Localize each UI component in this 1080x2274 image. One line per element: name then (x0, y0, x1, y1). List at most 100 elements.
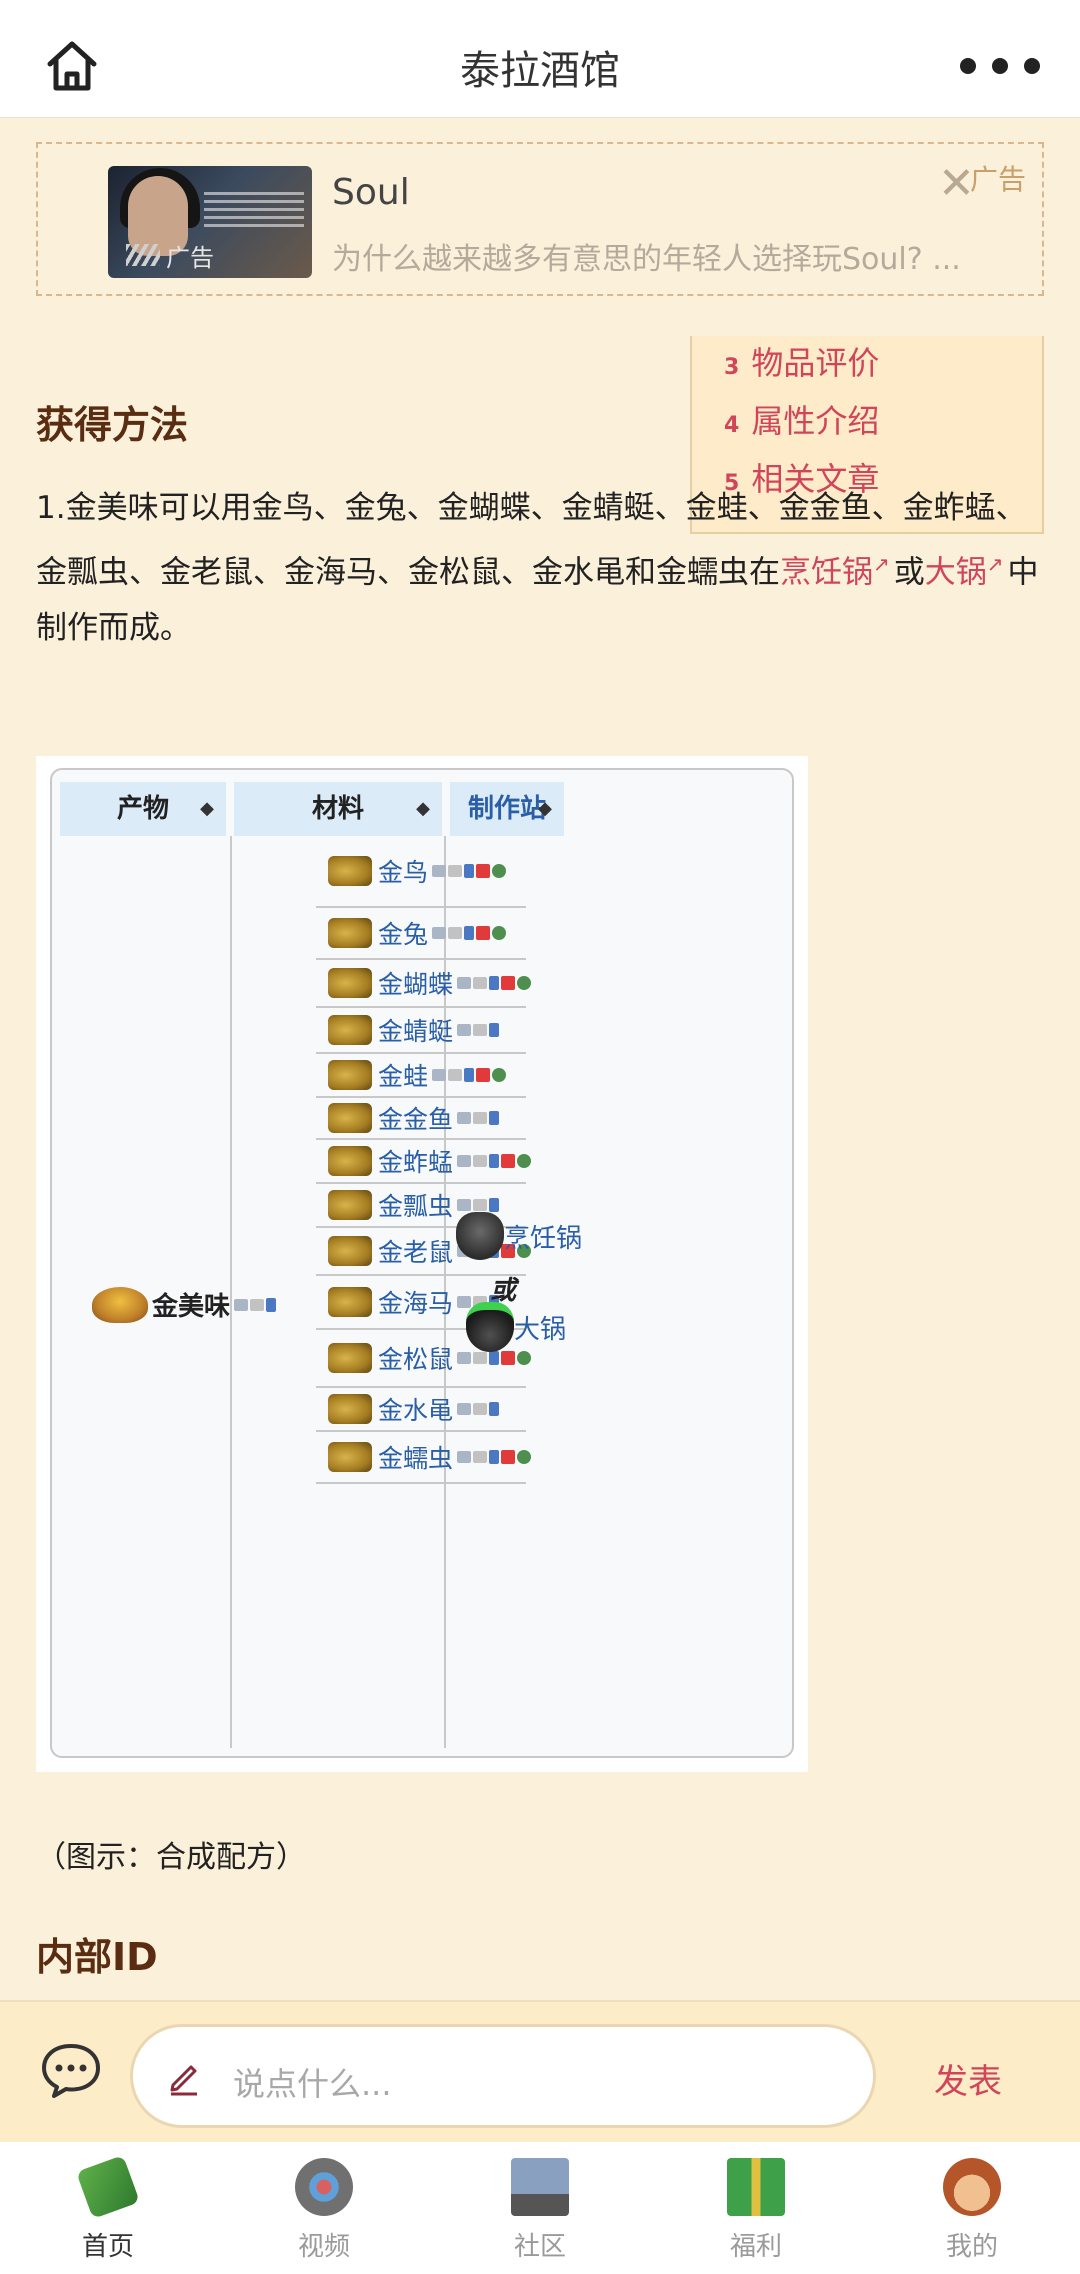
column-header-station[interactable]: 制作站 ◆ (450, 782, 564, 836)
toc-item[interactable]: 4 属性介绍 (724, 396, 879, 442)
top-bar: 泰拉酒馆 (0, 0, 1080, 118)
material-name[interactable]: 金蝴蝶 (378, 965, 453, 1001)
platform-icons (432, 1068, 508, 1082)
ad-thumb-label: 广告 (166, 244, 214, 272)
column-header-materials[interactable]: 材料 ◆ (234, 782, 442, 836)
platform-sw-icon (476, 926, 491, 940)
column-header-product[interactable]: 产物 ◆ (60, 782, 226, 836)
platform-mob-icon (489, 1023, 500, 1037)
pen-icon (170, 2065, 197, 2096)
platform-sw-icon (501, 976, 516, 990)
tab-welfare[interactable]: 福利 (686, 2158, 826, 2263)
critter-sprite-icon (328, 856, 372, 886)
link-cauldron[interactable]: 大锅 (925, 554, 987, 590)
tab-community[interactable]: 社区 (470, 2158, 610, 2263)
toc-item-number: 4 (724, 413, 740, 438)
platform-mob-icon (464, 1068, 475, 1082)
golden-delight-icon (92, 1286, 148, 1323)
platform-pad-icon (448, 1069, 463, 1081)
toc-item-label: 属性介绍 (751, 402, 880, 440)
tab-home[interactable]: 首页 (38, 2155, 178, 2263)
section-heading-internal-id: 内部ID (36, 1935, 158, 1979)
material-name[interactable]: 金兔 (378, 915, 428, 951)
tab-label: 我的 (945, 2232, 998, 2262)
platform-pad-icon (473, 1155, 488, 1167)
product-name: 金美味 (152, 1292, 231, 1322)
send-button[interactable]: 发表 (934, 2054, 1002, 2103)
material-name[interactable]: 金蛙 (378, 1057, 428, 1093)
material-name[interactable]: 金蜻蜓 (378, 1012, 453, 1048)
platform-icons (234, 1297, 278, 1312)
platform-icons (457, 1154, 533, 1168)
material-row[interactable]: 金蚱蜢 (316, 1140, 532, 1184)
platform-sw-icon (501, 1154, 516, 1168)
gift-icon (727, 2158, 785, 2216)
platform-pc-icon (457, 1403, 472, 1415)
cooking-pot-icon (456, 1212, 504, 1260)
material-name[interactable]: 金松鼠 (378, 1340, 453, 1376)
column-header-label: 材料 (311, 794, 364, 824)
critter-sprite-icon (328, 1442, 372, 1472)
section-heading: 获得方法 (36, 403, 189, 447)
platform-mob-icon (489, 1111, 500, 1125)
critter-sprite-icon (328, 1103, 372, 1133)
platform-pad-icon (473, 1024, 488, 1036)
platform-pc-icon (457, 1112, 472, 1124)
material-name[interactable]: 金海马 (378, 1284, 453, 1320)
platform-sw-icon (476, 864, 491, 878)
ad-label: 广告 (970, 163, 1027, 196)
material-name[interactable]: 金蠕虫 (378, 1439, 453, 1475)
comment-input[interactable]: 说点什么... (130, 2024, 876, 2128)
material-name[interactable]: 金金鱼 (378, 1100, 453, 1136)
platform-pad-icon (473, 1199, 488, 1211)
platform-mob-icon (489, 1351, 500, 1365)
platform-icons (457, 1198, 501, 1212)
platform-sw-icon (501, 1450, 516, 1464)
platform-pc-icon (457, 1451, 472, 1463)
column-header-label: 制作站 (467, 794, 546, 824)
material-row[interactable]: 金蠕虫 (316, 1432, 532, 1484)
toc-item[interactable]: 3 物品评价 (724, 338, 879, 384)
platform-mob-icon (489, 1198, 500, 1212)
material-name[interactable]: 金瓢虫 (378, 1187, 453, 1223)
platform-pc-icon (457, 1199, 472, 1211)
ad-banner[interactable]: 广告 Soul 为什么越来越多有意思的年轻人选择玩Soul? ... ✕ 广告 (36, 142, 1044, 296)
platform-sw-icon (501, 1351, 516, 1365)
material-row[interactable]: 金水黾 (316, 1388, 526, 1432)
comment-bubble-icon[interactable] (40, 2042, 102, 2098)
station-cooking-pot[interactable]: 烹饪锅 (456, 1212, 582, 1260)
platform-icons (457, 1402, 501, 1416)
tab-video[interactable]: 视频 (254, 2158, 394, 2263)
link-cooking-pot[interactable]: 烹饪锅 (780, 554, 873, 590)
material-row[interactable]: 金蝴蝶 (316, 960, 532, 1008)
column-header-label: 产物 (116, 794, 169, 824)
material-row[interactable]: 金鸟 (316, 836, 526, 908)
station-cauldron[interactable]: 大锅 (466, 1302, 566, 1352)
obtain-paragraph: 1.金美味可以用金鸟、金兔、金蝴蝶、金蜻蜓、金蛙、金金鱼、金蚱蜢、金瓢虫、金老鼠… (36, 480, 1046, 656)
material-name[interactable]: 金老鼠 (378, 1233, 453, 1269)
platform-gl-icon (492, 926, 507, 940)
material-name[interactable]: 金蚱蜢 (378, 1143, 453, 1179)
material-row[interactable]: 金蛙 (316, 1054, 526, 1098)
platform-pad-icon (473, 1403, 488, 1415)
tab-profile[interactable]: 我的 (902, 2158, 1042, 2263)
more-icon[interactable] (960, 46, 1040, 86)
comment-bar: 说点什么... 发表 (0, 2000, 1080, 2142)
sort-icon[interactable]: ◆ (538, 782, 552, 836)
platform-mob-icon (464, 926, 475, 940)
product-cell[interactable]: 金美味 (92, 1286, 278, 1323)
material-row[interactable]: 金蜻蜓 (316, 1008, 526, 1054)
material-name[interactable]: 金鸟 (378, 853, 428, 889)
material-row[interactable]: 金金鱼 (316, 1098, 526, 1140)
platform-sw-icon (476, 1068, 491, 1082)
sort-icon[interactable]: ◆ (200, 782, 214, 836)
sort-icon[interactable]: ◆ (416, 782, 430, 836)
critter-sprite-icon (328, 1190, 372, 1220)
platform-pc-icon (457, 1024, 472, 1036)
critter-sprite-icon (328, 1287, 372, 1317)
tv-icon (295, 2158, 353, 2216)
material-name[interactable]: 金水黾 (378, 1391, 453, 1427)
critter-sprite-icon (328, 1146, 372, 1176)
recipe-table: 产物 ◆ 材料 ◆ 制作站 ◆ 金美味 金鸟 金兔 金蝴蝶 金蜻蜓 金蛙 金金鱼 金蚱蜢 金瓢虫 金老… (50, 768, 794, 1758)
material-row[interactable]: 金兔 (316, 908, 526, 960)
